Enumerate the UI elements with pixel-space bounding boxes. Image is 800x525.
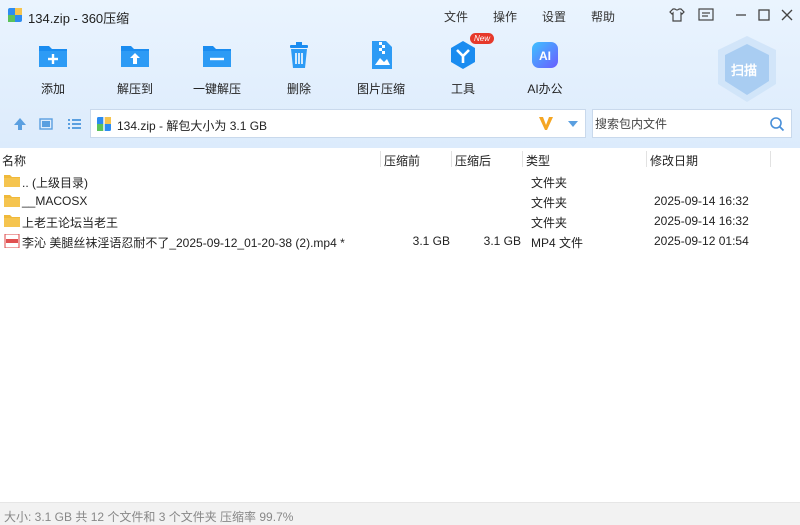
file-date: 2025-09-14 16:32	[654, 214, 749, 228]
folder-icon	[4, 175, 20, 187]
file-date: 2025-09-14 16:32	[654, 194, 749, 208]
column-header: 名称 压缩前 压缩后 类型 修改日期	[0, 149, 800, 169]
column-packed[interactable]: 压缩后	[455, 152, 491, 169]
list-view-icon[interactable]	[66, 116, 82, 132]
one-click-extract-icon	[203, 46, 231, 67]
chevron-down-icon[interactable]	[567, 120, 579, 128]
menu-settings[interactable]: 设置	[542, 8, 566, 25]
column-modified[interactable]: 修改日期	[650, 152, 698, 169]
maximize-icon[interactable]	[755, 6, 773, 24]
message-icon[interactable]	[697, 6, 715, 24]
table-row[interactable]: __MACOSX 文件夹 2025-09-14 16:32	[0, 191, 800, 211]
table-row[interactable]: .. (上级目录) 文件夹	[0, 171, 800, 191]
one-click-extract-button[interactable]: 一键解压	[182, 38, 252, 100]
delete-button[interactable]: 删除	[264, 38, 334, 100]
column-divider[interactable]	[770, 151, 771, 167]
thumbnail-view-icon[interactable]	[38, 116, 54, 132]
tools-button[interactable]: New 工具	[428, 33, 498, 100]
column-name[interactable]: 名称	[2, 152, 26, 169]
file-type: 文件夹	[531, 196, 568, 210]
ai-office-button[interactable]: AI AI办公	[510, 38, 580, 100]
ai-office-icon: AI	[532, 42, 558, 68]
minimize-icon[interactable]	[732, 6, 750, 24]
ai-office-label: AI办公	[527, 82, 563, 96]
table-row[interactable]: 上老王论坛当老王 文件夹 2025-09-14 16:32	[0, 211, 800, 231]
add-label: 添加	[40, 82, 65, 96]
menu-file[interactable]: 文件	[444, 8, 468, 25]
image-compress-button[interactable]: 图片压缩	[346, 38, 416, 100]
add-button[interactable]: 添加	[18, 38, 88, 100]
image-compress-label: 图片压缩	[356, 82, 405, 96]
up-arrow-icon[interactable]	[12, 116, 28, 132]
column-divider[interactable]	[380, 151, 381, 167]
extract-to-button[interactable]: 解压到	[100, 38, 170, 100]
menu-help[interactable]: 帮助	[591, 8, 615, 25]
status-bar: 大小: 3.1 GB 共 12 个文件和 3 个文件夹 压缩率 99.7%	[0, 502, 800, 525]
file-name: __MACOSX	[22, 194, 88, 208]
vip-v-icon[interactable]	[537, 114, 555, 132]
folder-icon	[4, 215, 20, 227]
column-divider[interactable]	[646, 151, 647, 167]
app-logo-icon	[8, 8, 22, 22]
column-divider[interactable]	[451, 151, 452, 167]
file-type: MP4 文件	[531, 236, 584, 250]
image-compress-icon	[372, 41, 392, 69]
add-icon	[39, 46, 67, 67]
scan-label: 扫描	[731, 63, 758, 78]
file-name: .. (上级目录)	[22, 176, 88, 190]
extract-to-label: 解压到	[116, 82, 153, 96]
extract-to-icon	[121, 46, 149, 67]
search-input[interactable]	[595, 115, 765, 133]
delete-label: 删除	[286, 82, 311, 96]
top-area: 134.zip - 360压缩 文件 操作 设置 帮助 添加 解压到 一键解压 …	[0, 0, 800, 148]
scan-button[interactable]: 扫描	[714, 34, 780, 104]
address-bar[interactable]: 134.zip - 解包大小为 3.1 GB	[90, 109, 586, 138]
one-click-extract-label: 一键解压	[192, 82, 241, 96]
file-type: 文件夹	[531, 176, 568, 190]
file-size-after: 3.1 GB	[483, 234, 521, 248]
ai-icon-text: AI	[539, 49, 551, 63]
tools-label: 工具	[450, 82, 475, 96]
skin-icon[interactable]	[668, 6, 686, 24]
title-bar: 134.zip - 360压缩 文件 操作 设置 帮助	[0, 0, 800, 30]
search-icon[interactable]	[769, 116, 785, 132]
table-row[interactable]: 李沁 美腿丝袜淫语忍耐不了_2025-09-12_01-20-38 (2).mp…	[0, 231, 800, 251]
file-type: 文件夹	[531, 216, 568, 230]
window-title: 134.zip - 360压缩	[28, 11, 130, 26]
new-badge: New	[470, 33, 495, 44]
file-name: 李沁 美腿丝袜淫语忍耐不了_2025-09-12_01-20-38 (2).mp…	[22, 236, 345, 250]
status-text: 大小: 3.1 GB 共 12 个文件和 3 个文件夹 压缩率 99.7%	[4, 510, 294, 524]
file-name: 上老王论坛当老王	[22, 216, 119, 230]
file-date: 2025-09-12 01:54	[654, 234, 749, 248]
search-box[interactable]	[592, 109, 792, 138]
file-size-before: 3.1 GB	[412, 234, 450, 248]
address-text: 134.zip - 解包大小为 3.1 GB	[117, 119, 268, 133]
column-compressed[interactable]: 压缩前	[384, 152, 420, 169]
close-icon[interactable]	[778, 6, 796, 24]
folder-icon	[4, 195, 20, 207]
trash-icon	[290, 42, 308, 68]
column-type[interactable]: 类型	[526, 152, 550, 169]
video-file-icon	[4, 234, 20, 248]
zip-file-icon	[97, 117, 111, 131]
column-divider[interactable]	[522, 151, 523, 167]
menu-operate[interactable]: 操作	[493, 8, 517, 25]
